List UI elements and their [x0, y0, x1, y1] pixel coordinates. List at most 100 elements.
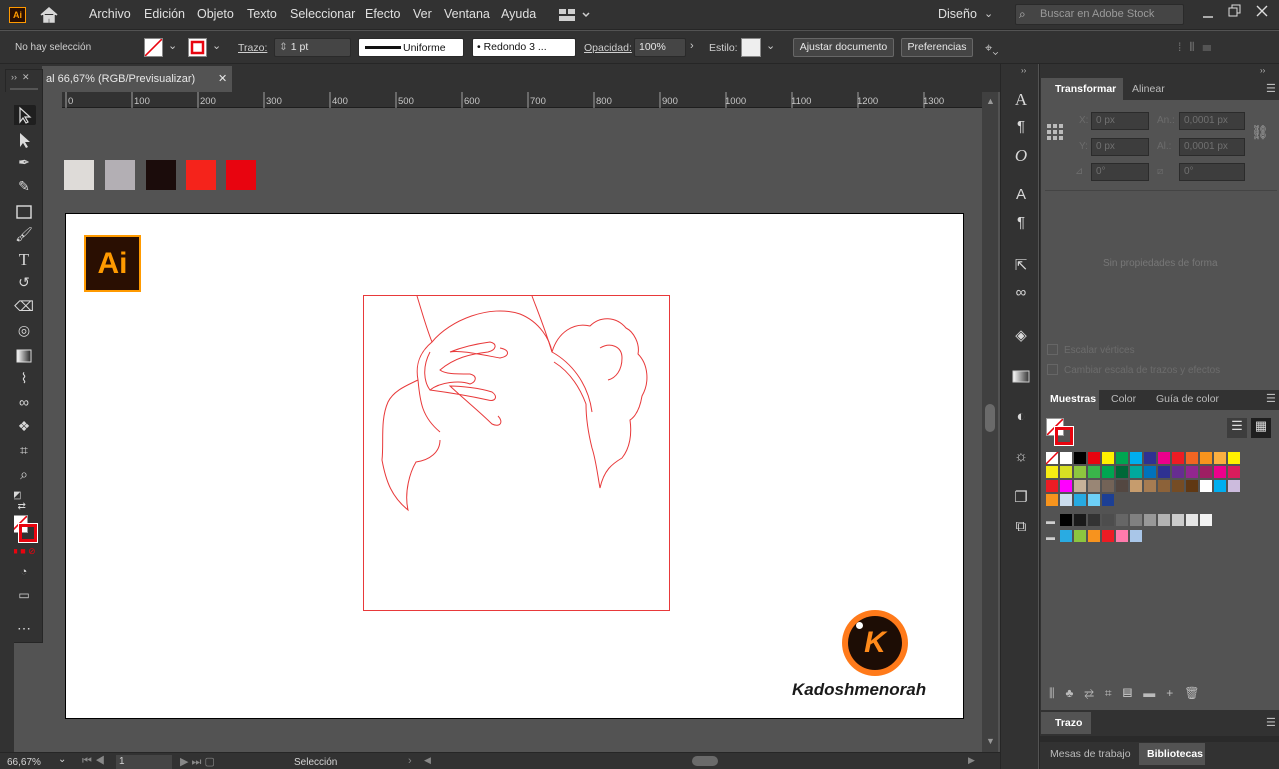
pen-tool-icon[interactable]: ✒ [12, 154, 36, 174]
chevron-down-icon[interactable]: ⌄ [58, 754, 66, 765]
color-swatch[interactable] [1088, 480, 1100, 492]
gray-swatch[interactable] [1102, 514, 1114, 526]
gray-swatch[interactable] [1060, 514, 1072, 526]
rectangle-tool-icon[interactable] [12, 202, 36, 222]
draw-mode-icon[interactable]: ◔ [12, 566, 36, 586]
color-swatch[interactable] [1074, 452, 1086, 464]
direct-selection-tool-icon[interactable] [12, 130, 36, 150]
gradient-panel-icon[interactable] [1011, 366, 1031, 386]
vertical-scrollbar[interactable]: ▲ ▼ [982, 92, 998, 752]
selection-tool-icon[interactable] [12, 105, 36, 125]
gray-swatch[interactable] [1172, 514, 1184, 526]
color-swatch[interactable] [1130, 466, 1142, 478]
eyedropper-tool-icon[interactable]: ⌇ [12, 370, 36, 390]
transparency-panel-icon[interactable]: ◐ [1011, 408, 1031, 428]
stroke-weight-field[interactable]: ⇕ 1 pt [274, 38, 351, 57]
color-swatch[interactable] [1158, 480, 1170, 492]
color-swatch[interactable] [1074, 494, 1086, 506]
paintbrush-tool-icon[interactable]: 🖌 [12, 226, 36, 246]
character-panel-icon[interactable]: A [1011, 90, 1031, 110]
artboards-panel-icon[interactable]: ⧉ [1011, 518, 1031, 538]
y-field[interactable]: 0 px [1091, 138, 1149, 156]
swatch-bottom-icons[interactable]: ⫼♣⇄⌗▤▬+🗑 [1049, 686, 1211, 701]
color-swatch[interactable] [1060, 466, 1072, 478]
color-swatch[interactable] [1046, 480, 1058, 492]
color-swatch[interactable] [1130, 452, 1142, 464]
artboard-nav-first[interactable]: ⏮ ◀ [82, 755, 105, 768]
color-swatch[interactable] [1102, 480, 1114, 492]
color-swatch[interactable] [1046, 494, 1058, 506]
paragraph-panel-icon[interactable]: ¶ [1011, 118, 1031, 138]
para-styles-panel-icon[interactable]: ¶ [1011, 214, 1031, 234]
gray-swatch[interactable] [1116, 514, 1128, 526]
color-swatch[interactable] [1088, 452, 1100, 464]
shear-field[interactable]: 0° [1179, 163, 1245, 181]
color-swatch[interactable] [1172, 466, 1184, 478]
menu-edicion[interactable]: Edición [144, 7, 185, 21]
reference-point-icon[interactable] [1047, 124, 1063, 140]
scroll-left-arrow[interactable]: ◀ [424, 755, 431, 766]
bright-swatch[interactable] [1060, 530, 1072, 542]
scale-corners-checkbox[interactable] [1047, 344, 1058, 355]
graphic-style-swatch[interactable] [741, 38, 761, 57]
tab-alinear[interactable]: Alinear [1132, 78, 1165, 100]
gradient-tool-icon[interactable] [12, 346, 36, 366]
workspace-switcher[interactable]: Diseño [938, 7, 977, 21]
default-fill-stroke-icon[interactable]: ◩ ⇄ [12, 490, 36, 512]
color-swatch[interactable] [1172, 452, 1184, 464]
color-swatch[interactable] [1200, 480, 1212, 492]
stroke-swatch-icon[interactable] [18, 523, 38, 543]
stroke-profile-select[interactable]: Uniforme [358, 38, 464, 57]
menu-texto[interactable]: Texto [247, 7, 277, 21]
color-swatch[interactable] [1102, 494, 1114, 506]
type-tool-icon[interactable]: T [12, 250, 36, 270]
color-swatch[interactable] [1060, 494, 1072, 506]
grid-view-icon[interactable]: ▦ [1251, 418, 1271, 438]
menu-seleccionar[interactable]: Seleccionar [290, 7, 355, 21]
chevron-down-icon[interactable]: ⌄ [212, 39, 221, 52]
canvas-swatch-gray[interactable] [105, 160, 135, 190]
zoom-tool-icon[interactable]: ⌕ [12, 466, 36, 486]
color-swatch[interactable] [1144, 452, 1156, 464]
document-tab[interactable]: al 66,67% (RGB/Previsualizar) ✕ [42, 66, 232, 92]
scroll-thumb[interactable] [985, 404, 995, 432]
restore-icon[interactable] [1228, 4, 1242, 18]
chevron-down-icon[interactable]: ⌄ [168, 39, 177, 52]
color-swatch[interactable] [1228, 466, 1240, 478]
scroll-right-arrow[interactable]: ▶ [968, 755, 975, 766]
scale-tool-icon[interactable]: ◎ [12, 322, 36, 342]
chevron-down-icon[interactable]: ⌄ [766, 39, 775, 52]
home-icon[interactable] [39, 6, 59, 24]
canvas-swatch-deep-red[interactable] [226, 160, 256, 190]
color-swatch[interactable] [1228, 480, 1240, 492]
menu-ventana[interactable]: Ventana [444, 7, 490, 21]
artboard-nav-last[interactable]: ▶ ⏭ ▢ [180, 755, 215, 769]
color-swatch[interactable] [1214, 466, 1226, 478]
fill-color-icon[interactable] [144, 38, 163, 57]
color-swatch[interactable] [1088, 466, 1100, 478]
tab-guia-de-color[interactable]: Guía de color [1156, 388, 1219, 410]
stroke-label[interactable]: Trazo: [238, 42, 267, 54]
color-swatch[interactable] [1060, 480, 1072, 492]
canvas-swatch-black[interactable] [146, 160, 176, 190]
chevron-right-icon[interactable]: › [690, 40, 694, 52]
tab-trazo[interactable]: Trazo [1041, 712, 1091, 734]
tab-mesas-de-trabajo[interactable]: Mesas de trabajo [1050, 743, 1131, 765]
tab-color[interactable]: Color [1111, 388, 1136, 410]
screen-mode-icon[interactable]: ▭ [12, 588, 36, 608]
preferences-button[interactable]: Preferencias [901, 38, 973, 57]
menu-objeto[interactable]: Objeto [197, 7, 234, 21]
gray-swatch[interactable] [1088, 514, 1100, 526]
rotate-tool-icon[interactable]: ↺ [12, 274, 36, 294]
color-swatch[interactable] [1214, 480, 1226, 492]
color-swatch[interactable] [1186, 452, 1198, 464]
menu-efecto[interactable]: Efecto [365, 7, 400, 21]
panel-menu-icon[interactable]: ☰ [1266, 82, 1276, 95]
color-swatch[interactable] [1228, 452, 1240, 464]
color-swatch[interactable] [1144, 480, 1156, 492]
color-swatch[interactable] [1116, 480, 1128, 492]
menu-ayuda[interactable]: Ayuda [501, 7, 536, 21]
adjust-document-button[interactable]: Ajustar documento [793, 38, 894, 57]
scroll-up-arrow[interactable]: ▲ [986, 96, 995, 106]
symbol-sprayer-tool-icon[interactable]: ❖ [12, 418, 36, 438]
